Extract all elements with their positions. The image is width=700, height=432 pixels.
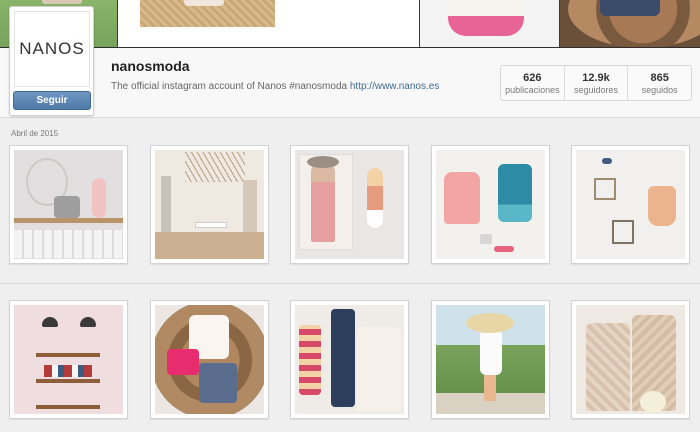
cover-photo-strip (0, 0, 700, 48)
stat-followers[interactable]: 12.9k seguidores (565, 66, 629, 100)
post-image (155, 305, 264, 414)
post-image (295, 150, 404, 259)
stat-followers-label: seguidores (573, 84, 619, 95)
post-image (155, 150, 264, 259)
post-image (295, 305, 404, 414)
post-image (436, 150, 545, 259)
bio-text: The official instagram account of Nanos … (111, 81, 350, 92)
post-thumbnail[interactable] (290, 145, 409, 264)
post-thumbnail[interactable] (9, 300, 128, 419)
section-date-label: Abril de 2015 (11, 129, 59, 138)
stat-followers-count: 12.9k (582, 71, 610, 84)
stat-posts-label: publicaciones (505, 84, 560, 95)
follow-button[interactable]: Seguir (13, 91, 91, 110)
stat-posts[interactable]: 626 publicaciones (501, 66, 565, 100)
profile-header: NANOS Seguir nanosmoda The official inst… (0, 6, 700, 118)
stat-following[interactable]: 865 seguidos (628, 66, 691, 100)
post-thumbnail[interactable] (150, 300, 269, 419)
cover-photo-4[interactable] (560, 0, 700, 47)
cover-photo-3[interactable] (420, 0, 560, 47)
post-image (576, 150, 685, 259)
bio-link[interactable]: http://www.nanos.es (350, 81, 440, 92)
avatar-logo-text: NANOS (19, 39, 85, 58)
stat-following-label: seguidos (641, 84, 678, 95)
avatar-card: NANOS Seguir (9, 6, 94, 116)
post-thumbnail[interactable] (431, 145, 550, 264)
section-divider (0, 283, 700, 284)
post-thumbnail[interactable] (571, 145, 690, 264)
post-thumbnail[interactable] (290, 300, 409, 419)
bio: The official instagram account of Nanos … (111, 81, 439, 92)
post-image (14, 150, 123, 259)
post-image (436, 305, 545, 414)
post-image (14, 305, 123, 414)
username: nanosmoda (111, 58, 190, 74)
avatar[interactable]: NANOS (14, 11, 90, 87)
stat-posts-count: 626 (523, 71, 542, 84)
stat-following-count: 865 (650, 71, 669, 84)
post-thumbnail[interactable] (9, 145, 128, 264)
post-thumbnail[interactable] (571, 300, 690, 419)
post-thumbnail[interactable] (431, 300, 550, 419)
stats-box: 626 publicaciones 12.9k seguidores 865 s… (500, 65, 692, 101)
cover-photo-2[interactable] (118, 0, 420, 47)
post-thumbnail[interactable] (150, 145, 269, 264)
post-image (576, 305, 685, 414)
